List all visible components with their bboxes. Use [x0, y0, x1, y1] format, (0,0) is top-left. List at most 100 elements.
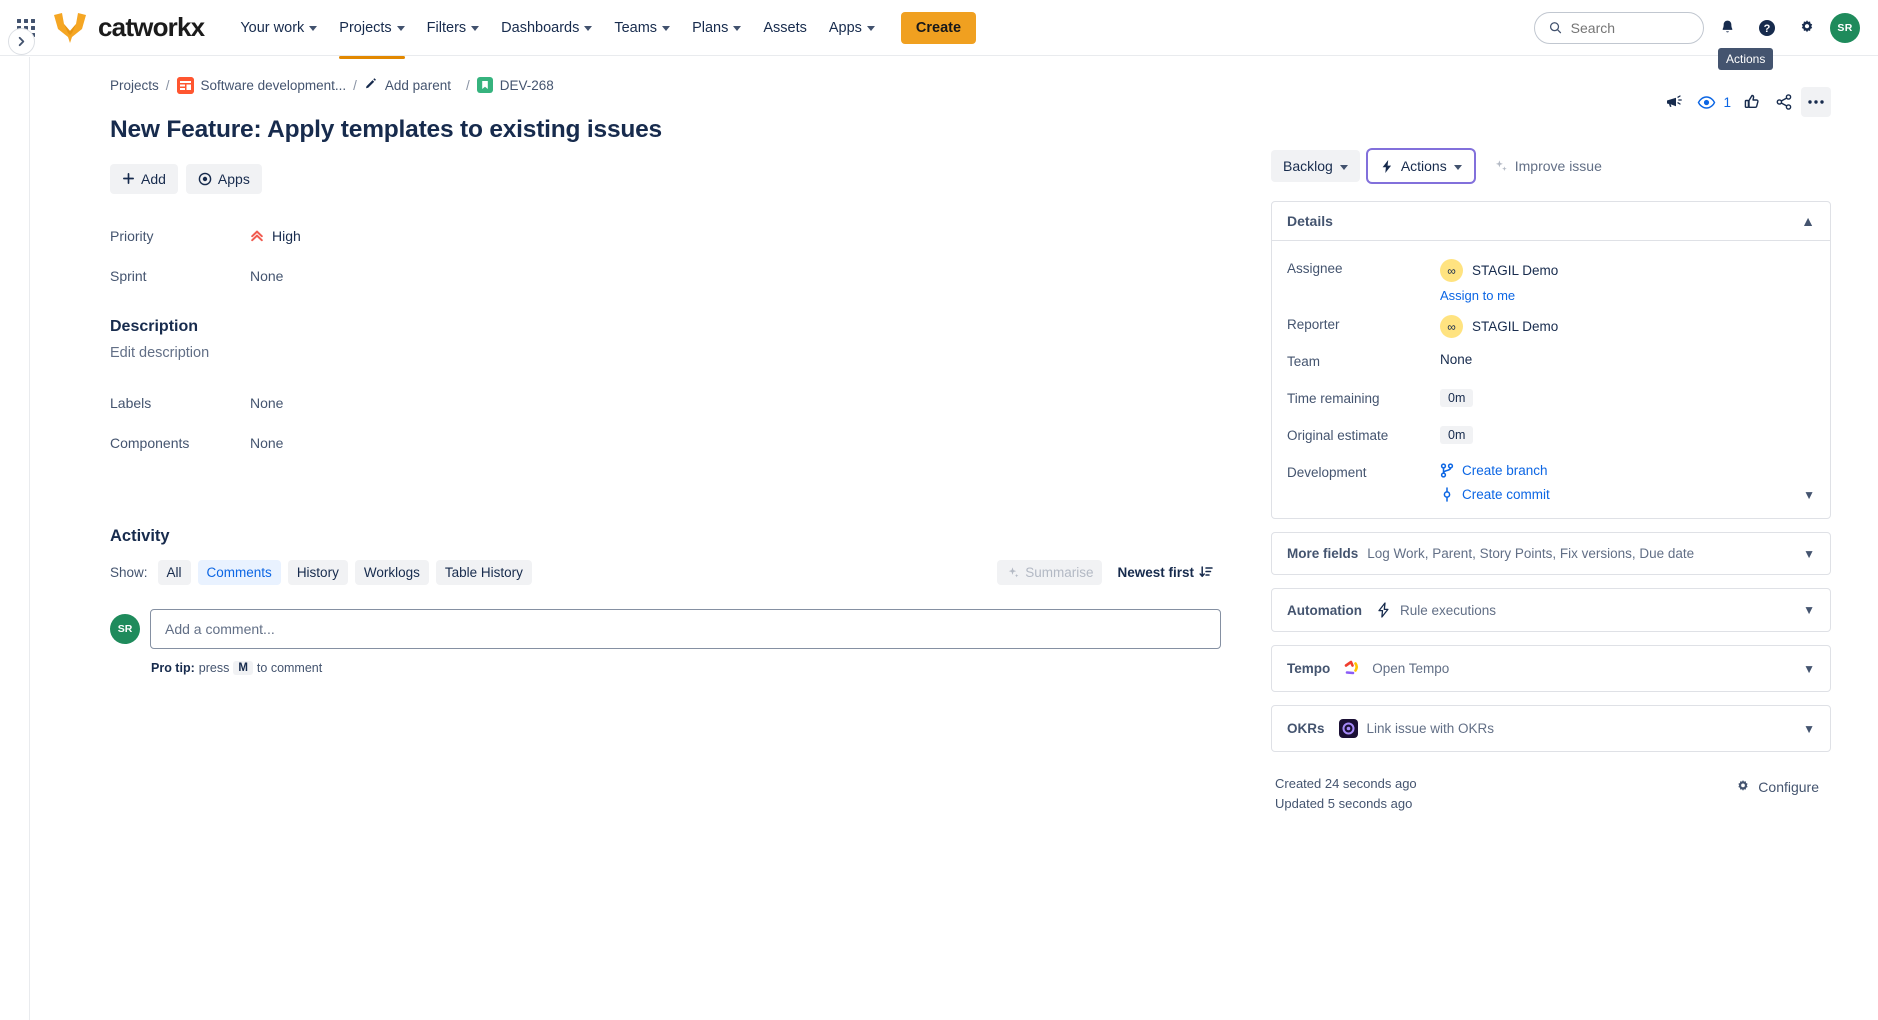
protip-key: M	[233, 660, 253, 675]
expand-sidebar-button[interactable]	[8, 28, 35, 55]
chevron-down-icon	[584, 26, 593, 31]
vote-thumbs-up-icon[interactable]	[1737, 87, 1767, 117]
commit-icon	[1443, 487, 1451, 502]
tab-history[interactable]: History	[287, 559, 348, 585]
jira-issue-page: catworkx Your work Projects Filters Dash…	[0, 0, 1878, 1020]
detail-value: 0m	[1440, 385, 1474, 407]
share-icon[interactable]	[1769, 87, 1799, 117]
nav-item-dashboards[interactable]: Dashboards	[491, 12, 602, 44]
description-placeholder[interactable]: Edit description	[110, 345, 1221, 361]
nav-item-teams[interactable]: Teams	[604, 12, 680, 44]
more-options-icon[interactable]	[1801, 87, 1831, 117]
nav-item-filters[interactable]: Filters	[417, 12, 489, 44]
actions-tooltip: Actions	[1718, 48, 1774, 70]
protip-mid: press	[198, 660, 230, 675]
brand-logo[interactable]: catworkx	[50, 11, 205, 45]
create-branch-link[interactable]: Create branch	[1440, 463, 1815, 478]
priority-high-icon	[251, 230, 263, 241]
section-subtitle: Log Work, Parent, Story Points, Fix vers…	[1367, 546, 1695, 561]
section-automation[interactable]: Automation Rule executions ▼	[1271, 588, 1831, 632]
chevron-down-icon[interactable]: ▼	[1803, 488, 1815, 502]
search-box[interactable]	[1534, 11, 1704, 44]
watch-count: 1	[1723, 94, 1731, 110]
breadcrumb-add-parent[interactable]: Add parent	[385, 78, 451, 93]
details-row-development: Development Create branch Create commit …	[1287, 459, 1815, 502]
details-header[interactable]: Details ▲	[1272, 202, 1830, 241]
edit-pencil-icon	[364, 77, 378, 94]
nav-right-cluster: ? SR	[1534, 11, 1860, 45]
chevron-down-icon	[733, 26, 742, 31]
actions-dropdown-button[interactable]: Actions	[1367, 150, 1474, 182]
nav-item-apps[interactable]: Apps	[819, 12, 885, 44]
original-estimate-value[interactable]: 0m	[1440, 426, 1474, 444]
sort-order-button[interactable]: Newest first	[1109, 560, 1221, 585]
time-remaining-value[interactable]: 0m	[1440, 389, 1474, 407]
feedback-megaphone-icon[interactable]	[1659, 87, 1689, 117]
collapsed-sidebar	[0, 57, 30, 1020]
watch-eye-icon[interactable]	[1691, 87, 1721, 117]
reporter-user[interactable]: ∞ STAGIL Demo	[1440, 315, 1558, 338]
chevron-down-icon[interactable]: ▼	[1803, 722, 1815, 736]
breadcrumb-issue-key[interactable]: DEV-268	[500, 78, 554, 93]
tab-table-history[interactable]: Table History	[435, 559, 532, 585]
section-tempo[interactable]: Tempo Open Tempo ▼	[1271, 645, 1831, 692]
top-navigation-bar: catworkx Your work Projects Filters Dash…	[0, 0, 1878, 59]
search-icon	[1549, 22, 1562, 34]
field-value-labels[interactable]: None	[250, 387, 283, 411]
detail-label: Team	[1287, 354, 1321, 369]
team-value[interactable]: None	[1440, 348, 1472, 367]
settings-gear-icon[interactable]	[1790, 11, 1824, 45]
reporter-name: STAGIL Demo	[1472, 319, 1559, 334]
updated-timestamp: Updated 5 seconds ago	[1275, 795, 1413, 811]
assign-to-me-link[interactable]: Assign to me	[1440, 288, 1558, 303]
detail-value: ∞ STAGIL Demo	[1440, 311, 1558, 338]
chevron-down-icon[interactable]: ▼	[1803, 603, 1815, 617]
configure-button[interactable]: Configure	[1727, 774, 1827, 800]
breadcrumb: Projects / Software development... / Add…	[110, 75, 1221, 95]
detail-label: Reporter	[1287, 317, 1340, 332]
help-icon[interactable]: ?	[1750, 11, 1784, 45]
add-button-label: Add	[141, 170, 166, 187]
nav-label: Assets	[763, 19, 807, 36]
field-value-components[interactable]: None	[250, 427, 283, 451]
chevron-down-icon[interactable]: ▼	[1803, 662, 1815, 676]
ai-sparkle-icon	[1495, 160, 1507, 171]
create-button[interactable]: Create	[900, 11, 977, 44]
user-avatar[interactable]: SR	[1830, 12, 1860, 43]
details-row-original-estimate: Original estimate 0m	[1287, 422, 1815, 459]
notifications-bell-icon[interactable]	[1710, 11, 1744, 45]
nav-item-your-work[interactable]: Your work	[230, 12, 327, 44]
comment-input[interactable]: Add a comment...	[150, 608, 1221, 649]
add-button[interactable]: Add	[110, 163, 178, 194]
nav-item-plans[interactable]: Plans	[682, 12, 751, 44]
nav-item-projects[interactable]: Projects	[329, 12, 414, 59]
nav-item-assets[interactable]: Assets	[753, 12, 817, 44]
assignee-user[interactable]: ∞ STAGIL Demo	[1440, 259, 1558, 282]
apps-button[interactable]: Apps	[185, 163, 262, 194]
detail-label: Original estimate	[1287, 428, 1389, 443]
activity-heading: Activity	[110, 526, 170, 545]
protip-suffix: to comment	[256, 660, 323, 675]
tab-comments[interactable]: Comments	[197, 559, 281, 585]
tab-all[interactable]: All	[157, 559, 191, 585]
section-subtitle: Link issue with OKRs	[1366, 721, 1495, 736]
okr-target-icon	[1338, 719, 1358, 738]
field-label: Labels	[110, 394, 152, 411]
detail-value: 0m	[1440, 422, 1474, 444]
improve-issue-button[interactable]: Improve issue	[1482, 150, 1614, 182]
field-value-sprint[interactable]: None	[250, 260, 283, 284]
section-more-fields[interactable]: More fields Log Work, Parent, Story Poin…	[1271, 532, 1831, 575]
create-commit-link[interactable]: Create commit	[1440, 487, 1550, 502]
status-dropdown-button[interactable]: Backlog	[1271, 150, 1360, 182]
chevron-down-icon[interactable]: ▼	[1803, 547, 1815, 561]
tab-worklogs[interactable]: Worklogs	[354, 559, 429, 585]
lightning-bolt-icon	[1382, 159, 1391, 173]
automation-bolt-icon	[1376, 602, 1391, 618]
search-input[interactable]	[1570, 19, 1689, 36]
field-value-priority[interactable]: High	[250, 220, 301, 244]
breadcrumb-project[interactable]: Software development...	[201, 78, 347, 93]
section-okrs[interactable]: OKRs Link issue with OKRs ▼	[1271, 705, 1831, 752]
comment-placeholder: Add a comment...	[165, 620, 275, 637]
breadcrumb-projects[interactable]: Projects	[110, 78, 159, 93]
chevron-up-icon[interactable]: ▲	[1801, 213, 1815, 229]
